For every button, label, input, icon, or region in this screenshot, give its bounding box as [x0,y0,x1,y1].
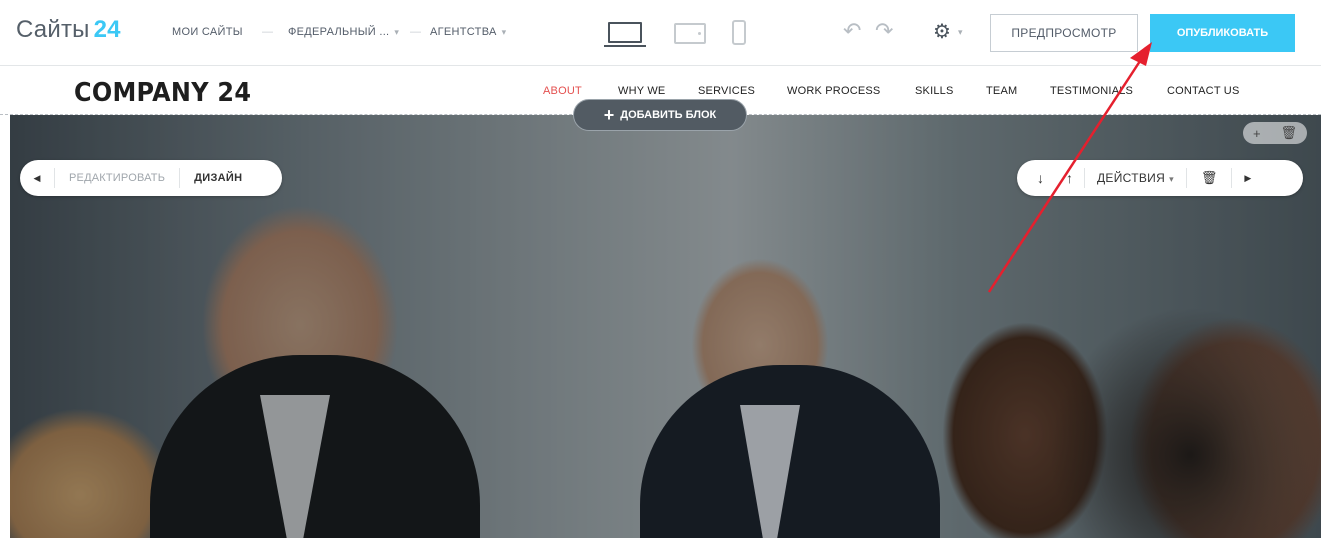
chevron-down-icon[interactable]: ▾ [958,27,963,38]
chevron-down-icon: ▾ [394,27,400,37]
nav-site-select-label: ФЕДЕРАЛЬНЫЙ ... [288,26,390,38]
undo-icon[interactable]: ↶ [843,18,861,44]
chevron-down-icon: ▾ [501,27,507,37]
actions-label: ДЕЙСТВИЯ [1097,171,1166,185]
tablet-view-icon[interactable] [674,23,706,44]
mobile-view-icon[interactable] [732,20,746,45]
caret-right-icon[interactable]: ▶ [1232,173,1263,184]
nav-separator: — [262,26,273,38]
move-up-icon[interactable]: ↑ [1055,170,1084,186]
actions-dropdown[interactable]: ДЕЙСТВИЯ ▾ [1085,171,1186,185]
brand-name: Сайты [16,16,90,43]
menu-item-why-we[interactable]: WHY WE [618,85,665,97]
block-mini-controls: + 🗑 [1243,122,1307,144]
menu-item-about[interactable]: ABOUT [543,85,582,97]
trash-icon[interactable]: 🗑 [1281,125,1298,141]
nav-agencies-label: АГЕНТСТВА [430,26,497,38]
hero-figure [150,355,480,538]
gear-icon[interactable]: ⚙ [933,19,951,44]
hero-figure [740,405,800,538]
hero-figure [260,395,330,538]
plus-icon: + [603,105,615,125]
design-button[interactable]: ДИЗАЙН [180,172,256,184]
nav-my-sites[interactable]: МОИ САЙТЫ [172,26,243,38]
menu-item-contact-us[interactable]: CONTACT US [1167,85,1240,97]
add-block-button[interactable]: + ДОБАВИТЬ БЛОК [573,99,747,131]
block-edit-pill: ◀ РЕДАКТИРОВАТЬ ДИЗАЙН [20,160,282,196]
plus-icon[interactable]: + [1253,126,1261,141]
hero-figure [930,235,1321,538]
menu-item-testimonials[interactable]: TESTIMONIALS [1050,85,1133,97]
site-logo[interactable]: COMPANY 24 [74,78,251,108]
nav-site-select[interactable]: ФЕДЕРАЛЬНЫЙ ... ▾ [288,26,399,38]
redo-icon[interactable]: ↷ [875,18,893,44]
nav-my-sites-label: МОИ САЙТЫ [172,26,243,38]
trash-icon[interactable]: 🗑 [1187,170,1232,186]
preview-button[interactable]: ПРЕДПРОСМОТР [990,14,1138,52]
menu-item-work-process[interactable]: WORK PROCESS [787,85,880,97]
menu-item-team[interactable]: TEAM [986,85,1017,97]
editor-toolbar: Сайты 24 МОИ САЙТЫ — ФЕДЕРАЛЬНЫЙ ... ▾ — А… [0,0,1321,66]
publish-button[interactable]: ОПУБЛИКОВАТЬ [1150,14,1295,52]
caret-left-icon[interactable]: ◀ [20,173,54,184]
menu-item-services[interactable]: SERVICES [698,85,755,97]
edit-button[interactable]: РЕДАКТИРОВАТЬ [55,172,179,184]
brand-logo[interactable]: Сайты 24 [16,16,121,44]
nav-agencies[interactable]: АГЕНТСТВА ▾ [430,26,506,38]
hero-figure [640,365,940,538]
brand-number: 24 [93,16,121,43]
chevron-down-icon: ▾ [1169,174,1174,184]
menu-item-skills[interactable]: SKILLS [915,85,954,97]
add-block-label: ДОБАВИТЬ БЛОК [620,109,717,121]
desktop-view-icon[interactable] [604,22,646,47]
block-actions-pill: ↓ ↑ ДЕЙСТВИЯ ▾ 🗑 ▶ [1017,160,1303,196]
move-down-icon[interactable]: ↓ [1017,170,1055,186]
nav-separator: — [410,26,421,38]
